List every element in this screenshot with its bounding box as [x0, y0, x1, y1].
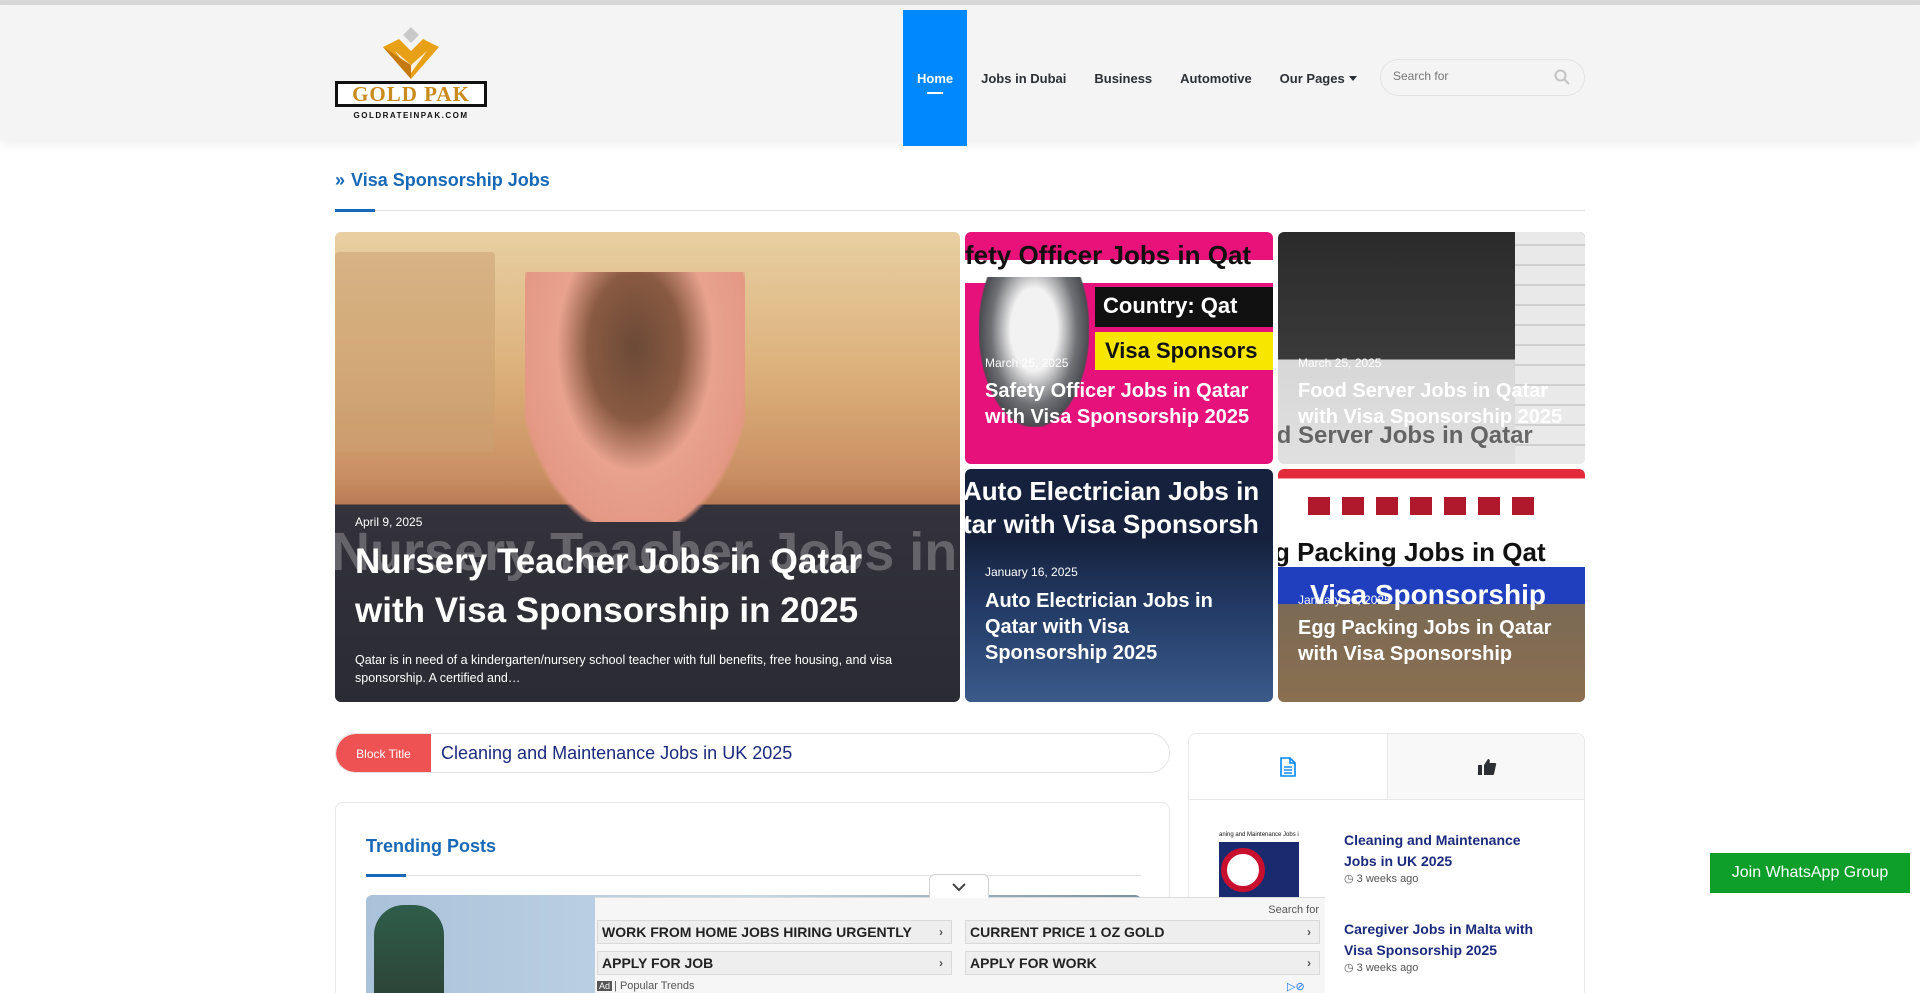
tab-popular[interactable]: [1388, 734, 1584, 799]
post-title[interactable]: Auto Electrician Jobs in Qatar with Visa…: [985, 588, 1255, 666]
time-text: 3 weeks ago: [1356, 873, 1419, 885]
post-title[interactable]: Egg Packing Jobs in Qatar with Visa Spon…: [1298, 615, 1568, 667]
post-date: January 16, 2025: [985, 565, 1078, 579]
ad-badge: Ad: [597, 981, 613, 991]
sidebar-post-time: ◷ 3 weeks ago: [1344, 872, 1418, 885]
post-excerpt: Qatar is in need of a kindergarten/nurse…: [355, 653, 893, 685]
nav-item-automotive[interactable]: Automotive: [1166, 10, 1266, 146]
tab-recent[interactable]: [1189, 734, 1388, 799]
post-image-text: Auto Electrician Jobs in tar with Visa Sp…: [965, 475, 1259, 540]
nav-item-jobs-in-dubai[interactable]: Jobs in Dubai: [967, 10, 1080, 146]
clock-icon: ◷: [1344, 962, 1357, 974]
post-image-text: g Packing Jobs in Qat: [1278, 537, 1546, 567]
ad-search-button[interactable]: APPLY FOR JOB ›: [597, 951, 952, 975]
site-header: GOLD PAK GOLDRATEINPAK.COM Home Jobs in …: [0, 5, 1920, 146]
nav-label: Home: [917, 70, 954, 86]
site-logo[interactable]: GOLD PAK GOLDRATEINPAK.COM: [335, 25, 487, 123]
time-text: 3 weeks ago: [1356, 962, 1419, 974]
nav-label: Automotive: [1180, 70, 1252, 86]
post-image-flags: [1308, 497, 1538, 515]
sidebar-post-time: ◷ 3 weeks ago: [1344, 961, 1418, 974]
ad-choices-icon[interactable]: ▷⊘: [1287, 980, 1315, 993]
collapse-ad-button[interactable]: [929, 874, 989, 898]
post-date: April 9, 2025: [355, 515, 423, 529]
featured-post-egg-packing[interactable]: g Packing Jobs in Qat Visa Sponsorship J…: [1278, 469, 1585, 702]
chevron-right-icon: ›: [1307, 925, 1311, 939]
post-date: March 25, 2025: [1298, 356, 1382, 370]
post-date: January 16, 2025: [1298, 593, 1391, 607]
ad-search-button[interactable]: APPLY FOR WORK ›: [965, 951, 1320, 975]
double-chevron-right-icon: »: [335, 170, 346, 190]
post-image-person: [525, 272, 745, 522]
ticker-link[interactable]: Cleaning and Maintenance Jobs in UK 2025: [441, 743, 792, 764]
section-title: » Visa Sponsorship Jobs: [335, 170, 550, 191]
ad-button-label: APPLY FOR JOB: [602, 955, 714, 971]
ad-button-label: CURRENT PRICE 1 OZ GOLD: [970, 924, 1165, 940]
featured-post-food-server[interactable]: od Server Jobs in Qatar March 25, 2025 F…: [1278, 232, 1585, 464]
ad-footer-text: Popular Trends: [619, 980, 695, 992]
post-image-line: Auto Electrician Jobs in: [965, 476, 1260, 506]
nav-item-home[interactable]: Home: [903, 10, 968, 146]
thumbs-up-icon: [1478, 758, 1497, 775]
news-ticker: Block Title Cleaning and Maintenance Job…: [335, 733, 1170, 773]
ad-footer: Ad | Popular Trends: [597, 980, 695, 992]
thumb-caption: aning and Maintenance Jobs in U: [1219, 832, 1299, 838]
main-nav: Home Jobs in Dubai Business Automotive O…: [903, 10, 1371, 146]
ad-button-label: WORK FROM HOME JOBS HIRING URGENTLY: [602, 924, 912, 940]
sidebar-post-title[interactable]: Cleaning and Maintenance Jobs in UK 2025: [1344, 830, 1544, 872]
featured-post-auto-electrician[interactable]: Auto Electrician Jobs in tar with Visa Sp…: [965, 469, 1273, 702]
post-date: March 25, 2025: [985, 356, 1069, 370]
search-input[interactable]: [1393, 69, 1553, 83]
trending-title: Trending Posts: [366, 836, 497, 856]
widget-tabs: [1189, 734, 1584, 800]
nav-label: Business: [1094, 70, 1153, 86]
nav-item-business[interactable]: Business: [1080, 10, 1166, 146]
section-divider-accent: [335, 209, 375, 212]
search-icon[interactable]: [1554, 69, 1570, 85]
post-image-tower: [374, 905, 444, 993]
caret-down-icon: [1348, 75, 1357, 81]
document-icon: [1280, 756, 1296, 777]
ad-button-label: APPLY FOR WORK: [970, 955, 1097, 971]
clock-icon: ◷: [1344, 873, 1357, 885]
post-image-visa: Visa Sponsors: [1095, 332, 1273, 370]
post-title[interactable]: Safety Officer Jobs in Qatar with Visa S…: [985, 378, 1255, 430]
post-title[interactable]: Nursery Teacher Jobs in Qatar with Visa …: [355, 537, 935, 635]
chevron-right-icon: ›: [1307, 956, 1311, 970]
sidebar-post-title[interactable]: Caregiver Jobs in Malta with Visa Sponso…: [1344, 919, 1544, 961]
trending-divider: [366, 875, 1141, 876]
nav-item-our-pages[interactable]: Our Pages: [1266, 10, 1371, 146]
join-whatsapp-button[interactable]: Join WhatsApp Group: [1710, 853, 1910, 893]
logo-wordmark: GOLD PAK: [335, 81, 487, 107]
diamond-logo-icon: [383, 27, 439, 79]
post-image-line: tar with Visa Sponsorsh: [965, 508, 1259, 539]
ad-search-label: Search for: [1268, 904, 1319, 916]
logo-subtitle: GOLDRATEINPAK.COM: [353, 111, 469, 120]
nav-label: Our Pages: [1279, 70, 1345, 86]
post-title[interactable]: Food Server Jobs in Qatar with Visa Spon…: [1298, 378, 1583, 430]
post-image-shelf: [335, 252, 495, 452]
post-image-banner: fety Officer Jobs in Qat: [965, 240, 1252, 270]
post-image-country: Country: Qat: [1095, 287, 1273, 327]
chevron-right-icon: ›: [939, 956, 943, 970]
ticker-label: Block Title: [336, 734, 431, 772]
trending-divider-accent: [366, 874, 406, 877]
search-box: [1380, 59, 1585, 96]
featured-post-main[interactable]: Nursery Teacher Jobs in Qatar with Visa …: [335, 232, 960, 702]
chevron-right-icon: ›: [939, 925, 943, 939]
uk-flag-icon: [1221, 848, 1265, 892]
section-title-text: Visa Sponsorship Jobs: [351, 170, 550, 190]
chevron-down-icon: [952, 882, 966, 891]
nav-label: Jobs in Dubai: [981, 70, 1067, 86]
ad-search-button[interactable]: CURRENT PRICE 1 OZ GOLD ›: [965, 920, 1320, 944]
ad-overlay: Search for WORK FROM HOME JOBS HIRING UR…: [595, 874, 1325, 993]
ad-search-button[interactable]: WORK FROM HOME JOBS HIRING URGENTLY ›: [597, 920, 952, 944]
featured-post-safety-officer[interactable]: fety Officer Jobs in Qat Country: Qat Vi…: [965, 232, 1273, 464]
section-divider: [335, 210, 1585, 211]
